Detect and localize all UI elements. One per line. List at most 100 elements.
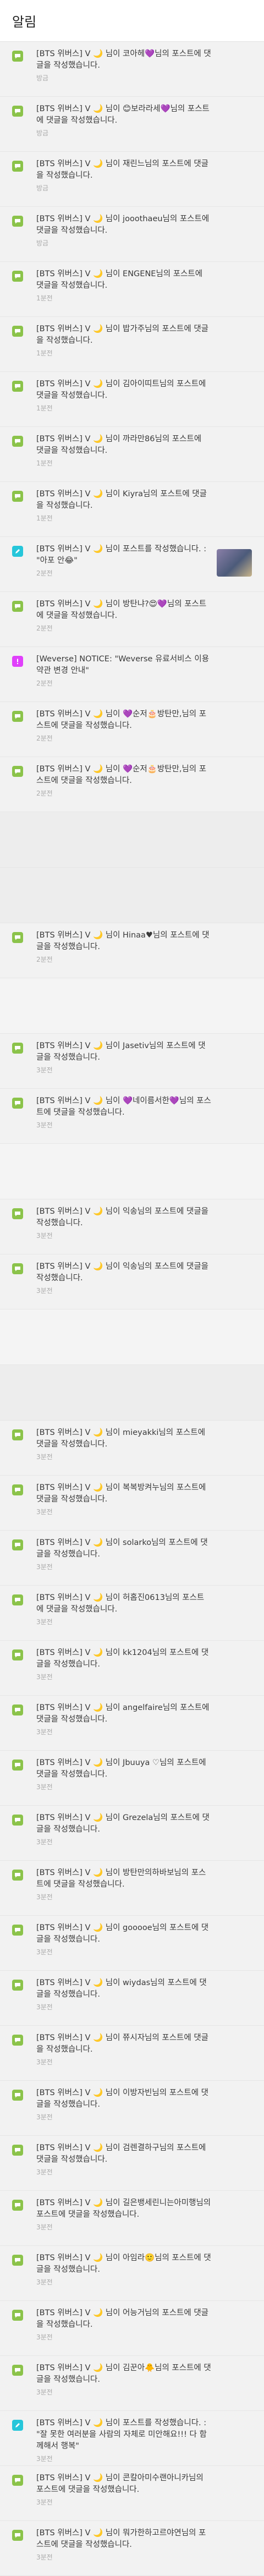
notification-text: [BTS 위버스] V 🌙 님이 solarko님의 포스트에 댓글을 작성했습… <box>36 1538 208 1559</box>
notification-item[interactable]: [BTS 위버스] V 🌙 님이 gooooe님의 포스트에 댓글을 작성했습니… <box>0 1916 264 1971</box>
notification-item[interactable]: [BTS 위버스] V 🌙 님이 Hinaa♥님의 포스트에 댓글을 작성했습니… <box>0 923 264 978</box>
comment-icon <box>12 766 23 777</box>
notification-item[interactable]: [BTS 위버스] V 🌙 님이 밥가주님의 포스트에 댓글을 작성했습니다. 1… <box>0 317 264 372</box>
notification-item[interactable]: [BTS 위버스] V 🌙 님이 kk1204님의 포스트에 댓글을 작성했습니… <box>0 1641 264 1696</box>
notification-text: [BTS 위버스] V 🌙 님이 익송님의 포스트에 댓글을 작성했습니다. <box>36 1262 208 1282</box>
notification-time: 3분전 <box>36 2553 53 2561</box>
comment-icon <box>12 436 23 447</box>
notification-time: 3분전 <box>36 2498 53 2506</box>
notification-item[interactable]: [BTS 위버스] V 🌙 님이 💜순저🎂방탄만,님의 포스트에 댓글을 작성했… <box>0 757 264 812</box>
comment-icon <box>12 1760 23 1771</box>
comment-icon <box>12 711 23 722</box>
notification-text: [BTS 위버스] V 🌙 님이 방탄냐?😍💜님의 포스트에 댓글을 작성했습니… <box>36 600 207 620</box>
comment-icon <box>12 2145 23 2156</box>
notification-item[interactable]: [BTS 위버스] V 🌙 님이 포스트를 작성했습니다. : "잘 못한 여러… <box>0 2411 264 2466</box>
notification-item[interactable]: [BTS 위버스] V 🌙 님이 방탄만의하바보님의 포스트에 댓글을 작성했습… <box>0 1861 264 1916</box>
notification-text: [BTS 위버스] V 🌙 님이 Jasetiv님의 포스트에 댓글을 작성했습… <box>36 1042 206 1062</box>
comment-icon <box>12 932 23 943</box>
comment-icon <box>12 1815 23 1826</box>
comment-icon <box>12 1484 23 1495</box>
notification-item[interactable]: [BTS 위버스] V 🌙 님이 😊보라라세💜님의 포스트에 댓글을 작성했습니… <box>0 97 264 152</box>
notification-item[interactable]: [BTS 위버스] V 🌙 님이 Jbuuya ♡님의 포스트에 댓글을 작성했… <box>0 1751 264 1806</box>
notification-time: 1분전 <box>36 349 53 357</box>
notification-item[interactable]: [BTS 위버스] V 🌙 님이 김꾼아🐥님의 포스트에 댓글을 작성했습니다.… <box>0 2356 264 2411</box>
notification-time: 1분전 <box>36 514 53 522</box>
comment-icon <box>12 1594 23 1605</box>
notification-item[interactable]: [BTS 위버스] V 🌙 님이 ENGENE님의 포스트에 댓글을 작성했습니… <box>0 262 264 317</box>
notification-time: 2분전 <box>36 956 53 963</box>
blurred-notification-item <box>0 812 264 868</box>
notification-item[interactable]: [BTS 위버스] V 🌙 님이 mieyakki님의 포스트에 댓글을 작성했… <box>0 1421 264 1476</box>
comment-icon <box>12 1098 23 1109</box>
notification-text: [BTS 위버스] V 🌙 님이 김꾼아🐥님의 포스트에 댓글을 작성했습니다. <box>36 2364 211 2384</box>
comment-icon <box>12 161 23 172</box>
post-thumbnail[interactable] <box>217 549 252 577</box>
notification-item[interactable]: [BTS 위버스] V 🌙 님이 코아헤💜님의 포스트에 댓글을 작성했습니다.… <box>0 42 264 97</box>
notification-item[interactable]: [BTS 위버스] V 🌙 님이 💜네이름서한💜님의 포스트에 댓글을 작성했습… <box>0 1089 264 1144</box>
notification-item[interactable]: [BTS 위버스] V 🌙 님이 포스트를 작성했습니다. : "아포 안😂" 2… <box>0 537 264 592</box>
notification-item[interactable]: [BTS 위버스] V 🌙 님이 Jasetiv님의 포스트에 댓글을 작성했습… <box>0 1034 264 1089</box>
notifications-header: 알림 <box>0 0 264 42</box>
notification-item[interactable]: [BTS 위버스] V 🌙 님이 콘칼아미수랜아니카님의 포스트에 댓글을 작성… <box>0 2466 264 2521</box>
notification-time: 2분전 <box>36 735 53 742</box>
comment-icon <box>12 1429 23 1440</box>
notification-item[interactable]: [BTS 위버스] V 🌙 님이 angelfaire님의 포스트에 댓글을 작… <box>0 1696 264 1751</box>
notification-time: 3분전 <box>36 1066 53 1074</box>
notification-text: [BTS 위버스] V 🌙 님이 아임라🙂님의 포스트에 댓글을 작성했습니다. <box>36 2254 211 2274</box>
notification-time: 3분전 <box>36 1728 53 1736</box>
notification-item[interactable]: [BTS 위버스] V 🌙 님이 아임라🙂님의 포스트에 댓글을 작성했습니다.… <box>0 2246 264 2301</box>
notification-item[interactable]: [Weverse] NOTICE: "Weverse 유료서비스 이용약관 변경… <box>0 647 264 702</box>
notification-item[interactable]: [BTS 위버스] V 🌙 님이 허홉진0613님의 포스트에 댓글을 작성했습… <box>0 1586 264 1641</box>
notification-text: [BTS 위버스] V 🌙 님이 Jbuuya ♡님의 포스트에 댓글을 작성했… <box>36 1758 206 1779</box>
notification-time: 3분전 <box>36 1563 53 1571</box>
notification-time: 3분전 <box>36 1287 53 1295</box>
notification-list: [BTS 위버스] V 🌙 님이 코아헤💜님의 포스트에 댓글을 작성했습니다.… <box>0 42 264 2576</box>
page-title: 알림 <box>12 14 37 30</box>
comment-icon <box>12 216 23 227</box>
notification-text: [Weverse] NOTICE: "Weverse 유료서비스 이용약관 변경… <box>36 655 210 675</box>
notification-text: [BTS 위버스] V 🌙 님이 포스트를 작성했습니다. : "잘 못한 여러… <box>36 2419 207 2451</box>
comment-icon <box>12 51 23 62</box>
comment-icon <box>12 106 23 117</box>
notification-time: 1분전 <box>36 459 53 467</box>
notification-item[interactable]: [BTS 위버스] V 🌙 님이 방탄냐?😍💜님의 포스트에 댓글을 작성했습니… <box>0 592 264 647</box>
notification-item[interactable]: [BTS 위버스] V 🌙 님이 익송님의 포스트에 댓글을 작성했습니다. 3분… <box>0 1199 264 1254</box>
notification-item[interactable]: [BTS 위버스] V 🌙 님이 까라만86님의 포스트에 댓글을 작성했습니다… <box>0 427 264 482</box>
notification-item[interactable]: [BTS 위버스] V 🌙 님이 검렌결하구님의 포스트에 댓글을 작성했습니다… <box>0 2136 264 2191</box>
notification-item[interactable]: [BTS 위버스] V 🌙 님이 길은뱅세린니는아미행님의 포스트에 댓글을 작… <box>0 2191 264 2246</box>
notification-item[interactable]: [BTS 위버스] V 🌙 님이 재린느님의 포스트에 댓글을 작성했습니다. 방… <box>0 152 264 207</box>
notification-text: [BTS 위버스] V 🌙 님이 wiydas님의 포스트에 댓글을 작성했습니… <box>36 1978 207 1999</box>
notification-item[interactable]: [BTS 위버스] V 🌙 님이 뭐가한하고르야연님의 포스트에 댓글을 작성했… <box>0 2521 264 2576</box>
notification-text: [BTS 위버스] V 🌙 님이 jooothaeu님의 포스트에 댓글을 작성… <box>36 215 210 235</box>
notification-time: 2분전 <box>36 569 53 577</box>
notification-item[interactable]: [BTS 위버스] V 🌙 님이 이방자빈님의 포스트에 댓글을 작성했습니다.… <box>0 2081 264 2136</box>
comment-icon <box>12 1870 23 1881</box>
notification-item[interactable]: [BTS 위버스] V 🌙 님이 solarko님의 포스트에 댓글을 작성했습… <box>0 1531 264 1586</box>
notification-text: [BTS 위버스] V 🌙 님이 쮸시자님의 포스트에 댓글을 작성했습니다. <box>36 2034 208 2054</box>
notification-text: [BTS 위버스] V 🌙 님이 angelfaire님의 포스트에 댓글을 작… <box>36 1703 210 1724</box>
notification-item[interactable]: [BTS 위버스] V 🌙 님이 어능거님의 포스트에 댓글을 작성했습니다. 3… <box>0 2301 264 2356</box>
comment-icon <box>12 1925 23 1936</box>
notification-item[interactable]: [BTS 위버스] V 🌙 님이 wiydas님의 포스트에 댓글을 작성했습니… <box>0 1971 264 2026</box>
notification-item[interactable]: [BTS 위버스] V 🌙 님이 김아이띠트님의 포스트에 댓글을 작성했습니다… <box>0 372 264 427</box>
notification-item[interactable]: [BTS 위버스] V 🌙 님이 jooothaeu님의 포스트에 댓글을 작성… <box>0 207 264 262</box>
notification-time: 2분전 <box>36 624 53 632</box>
notification-item[interactable]: [BTS 위버스] V 🌙 님이 익송님의 포스트에 댓글을 작성했습니다. 3분… <box>0 1254 264 1309</box>
notification-time: 방금 <box>36 239 49 247</box>
notification-item[interactable]: [BTS 위버스] V 🌙 님이 💜순저🎂방탄만,님의 포스트에 댓글을 작성했… <box>0 702 264 757</box>
notification-item[interactable]: [BTS 위버스] V 🌙 님이 쮸시자님의 포스트에 댓글을 작성했습니다. 3… <box>0 2026 264 2081</box>
notification-item[interactable]: [BTS 위버스] V 🌙 님이 복복방켜누님의 포스트에 댓글을 작성했습니다… <box>0 1476 264 1531</box>
notification-text: [BTS 위버스] V 🌙 님이 방탄만의하바보님의 포스트에 댓글을 작성했습… <box>36 1868 206 1889</box>
notification-text: [BTS 위버스] V 🌙 님이 익송님의 포스트에 댓글을 작성했습니다. <box>36 1207 208 1227</box>
notification-item[interactable]: [BTS 위버스] V 🌙 님이 Grezela님의 포스트에 댓글을 작성했습… <box>0 1806 264 1861</box>
comment-icon <box>12 326 23 337</box>
comment-icon <box>12 491 23 502</box>
blurred-notification-item <box>0 1144 264 1199</box>
notification-text: [BTS 위버스] V 🌙 님이 Kiyra님의 포스트에 댓글을 작성했습니다… <box>36 490 207 510</box>
comment-icon <box>12 2475 23 2486</box>
notification-time: 2분전 <box>36 679 53 687</box>
notification-time: 3분전 <box>36 2113 53 2121</box>
comment-icon <box>12 2530 23 2541</box>
notification-text: [BTS 위버스] V 🌙 님이 💜순저🎂방탄만,님의 포스트에 댓글을 작성했… <box>36 765 207 785</box>
notification-item[interactable]: [BTS 위버스] V 🌙 님이 Kiyra님의 포스트에 댓글을 작성했습니다… <box>0 482 264 537</box>
